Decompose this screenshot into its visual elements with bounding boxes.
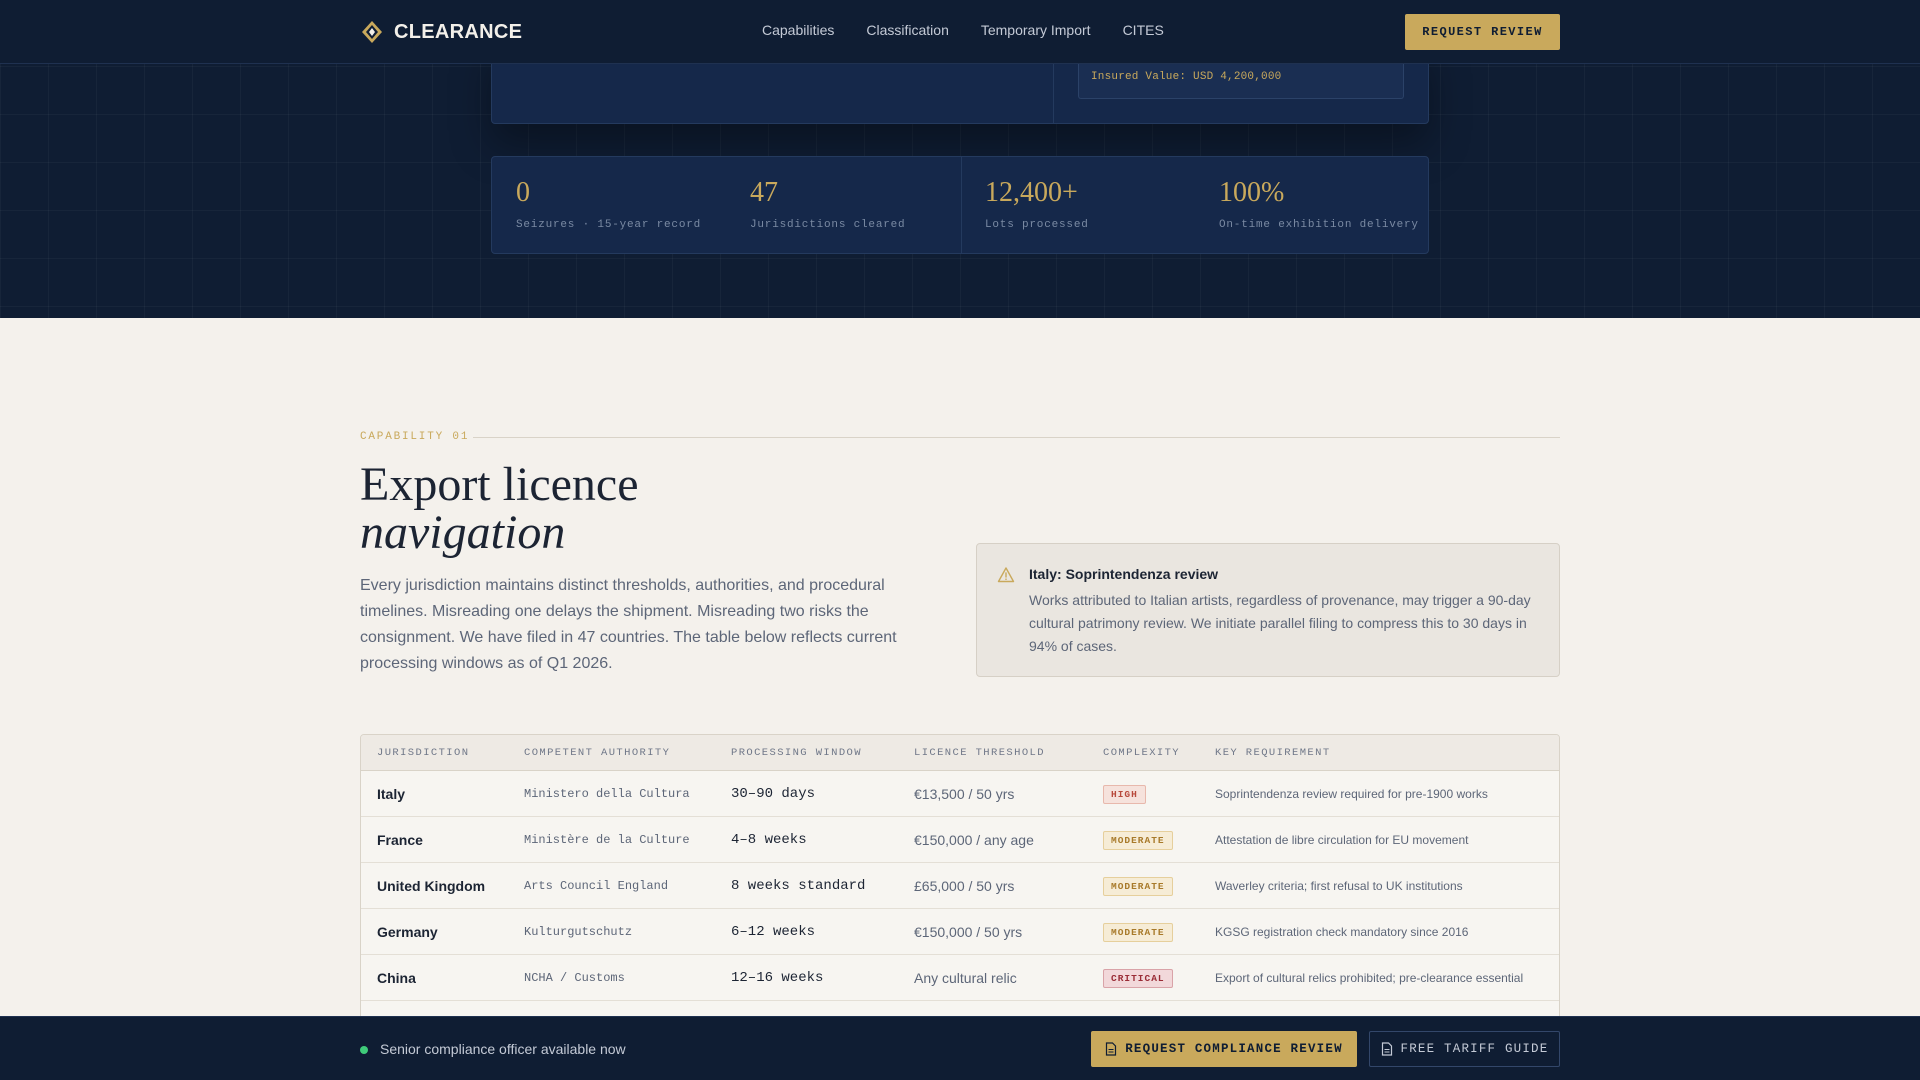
header-threshold: LICENCE THRESHOLD [914,747,1045,759]
brand-name: CLEARANCE [394,20,523,43]
cell-requirement: Attestation de libre circulation for EU … [1215,833,1469,847]
table-row: United Kingdom Arts Council England 8 we… [361,863,1559,909]
cell-authority: Kulturgutschutz [524,925,633,939]
title-line-1: Export licence [360,458,639,511]
cell-authority: Ministero della Cultura [524,787,690,801]
cell-window: 8 weeks standard [731,878,866,894]
cell-jurisdiction: China [377,970,416,986]
table-row: Germany Kulturgutschutz 6–12 weeks €150,… [361,909,1559,955]
complexity-badge: HIGH [1103,784,1146,804]
header-requirement: KEY REQUIREMENT [1215,747,1331,759]
cell-jurisdiction: United Kingdom [377,878,486,894]
cell-requirement: KGSG registration check mandatory since … [1215,925,1469,939]
warning-triangle-icon [997,567,1015,583]
header-authority: COMPETENT AUTHORITY [524,747,671,759]
complexity-badge: MODERATE [1103,830,1173,850]
online-status-dot [360,1046,368,1054]
cell-window: 6–12 weeks [731,924,816,940]
cell-threshold: €150,000 / 50 yrs [914,924,1023,940]
cell-jurisdiction: Germany [377,924,438,940]
cell-window: 12–16 weeks [731,970,824,986]
cell-complexity: MODERATE [1103,817,1173,863]
request-compliance-review-button[interactable]: REQUEST COMPLIANCE REVIEW [1091,1031,1357,1067]
nav-links: Capabilities Classification Temporary Im… [762,22,1164,38]
document-icon [1106,1042,1117,1056]
stats-divider [961,157,962,253]
cell-authority: Ministère de la Culture [524,833,690,847]
button-label: FREE TARIFF GUIDE [1400,1042,1549,1056]
cell-window: 30–90 days [731,786,816,802]
insured-value: Insured Value: USD 4,200,000 [1091,71,1282,83]
cell-threshold: €13,500 / 50 yrs [914,786,1015,802]
button-label: REQUEST COMPLIANCE REVIEW [1125,1042,1343,1056]
top-nav: CLEARANCE Capabilities Classification Te… [0,0,1920,64]
stat-jurisdictions: 47 Jurisdictions cleared [750,177,906,232]
eyebrow-rule [473,437,1560,438]
stat-lots: 12,400+ Lots processed [985,177,1089,232]
header-complexity: COMPLEXITY [1103,747,1181,759]
stat-label: Lots processed [985,219,1089,231]
stat-label: Jurisdictions cleared [750,219,906,231]
cell-complexity: CRITICAL [1103,955,1173,1001]
complexity-badge: MODERATE [1103,876,1173,896]
alert-title: Italy: Soprintendenza review [1029,566,1219,582]
availability-text: Senior compliance officer available now [380,1041,626,1057]
section-title: Export licence navigation [360,461,639,557]
complexity-badge: CRITICAL [1103,968,1173,988]
diamond-logo-icon [362,21,382,43]
nav-link-cites[interactable]: CITES [1123,22,1164,38]
cell-authority: Arts Council England [524,879,669,893]
stat-label: On-time exhibition delivery [1219,219,1419,231]
stat-value: 12,400+ [985,177,1078,208]
cell-requirement: Soprintendenza review required for pre-1… [1215,787,1488,801]
table-row: China NCHA / Customs 12–16 weeks Any cul… [361,955,1559,1001]
brand-logo[interactable]: CLEARANCE [360,20,522,44]
stat-seizures: 0 Seizures · 15-year record [516,177,702,232]
stat-on-time: 100% On-time exhibition delivery [1219,177,1419,232]
cell-requirement: Export of cultural relics prohibited; pr… [1215,971,1524,985]
complexity-badge: MODERATE [1103,922,1173,942]
cell-complexity: MODERATE [1103,863,1173,909]
stat-label: Seizures · 15-year record [516,219,702,231]
cell-complexity: HIGH [1103,771,1146,817]
cell-threshold: Any cultural relic [914,970,1017,986]
table-header: JURISDICTION COMPETENT AUTHORITY PROCESS… [361,735,1559,771]
alert-body: Works attributed to Italian artists, reg… [1029,592,1531,654]
table-row: France Ministère de la Culture 4–8 weeks… [361,817,1559,863]
stats-bar: 0 Seizures · 15-year record 47 Jurisdict… [491,156,1429,254]
italy-alert-callout: Italy: Soprintendenza review Works attri… [976,543,1560,677]
header-window: PROCESSING WINDOW [731,747,862,759]
title-line-2: navigation [360,506,566,559]
cell-window: 4–8 weeks [731,832,807,848]
stat-value: 0 [516,177,530,208]
cell-jurisdiction: France [377,832,423,848]
document-icon [1381,1042,1392,1056]
stat-value: 100% [1219,177,1285,208]
stat-value: 47 [750,177,778,208]
section-eyebrow: CAPABILITY 01 [360,431,470,443]
nav-link-temporary-import[interactable]: Temporary Import [981,22,1091,38]
cell-requirement: Waverley criteria; first refusal to UK i… [1215,879,1463,893]
cell-threshold: £65,000 / 50 yrs [914,878,1015,894]
cell-complexity: MODERATE [1103,909,1173,955]
cell-authority: NCHA / Customs [524,971,625,985]
section-lead: Every jurisdiction maintains distinct th… [360,577,897,672]
free-tariff-guide-button[interactable]: FREE TARIFF GUIDE [1369,1031,1560,1067]
sticky-cta-bar: Senior compliance officer available now … [0,1016,1920,1080]
cell-threshold: €150,000 / any age [914,832,1034,848]
nav-link-classification[interactable]: Classification [866,22,948,38]
table-row: Italy Ministero della Cultura 30–90 days… [361,771,1559,817]
request-review-button[interactable]: REQUEST REVIEW [1405,14,1560,50]
cell-jurisdiction: Italy [377,786,406,802]
header-jurisdiction: JURISDICTION [377,747,470,759]
nav-link-capabilities[interactable]: Capabilities [762,22,834,38]
